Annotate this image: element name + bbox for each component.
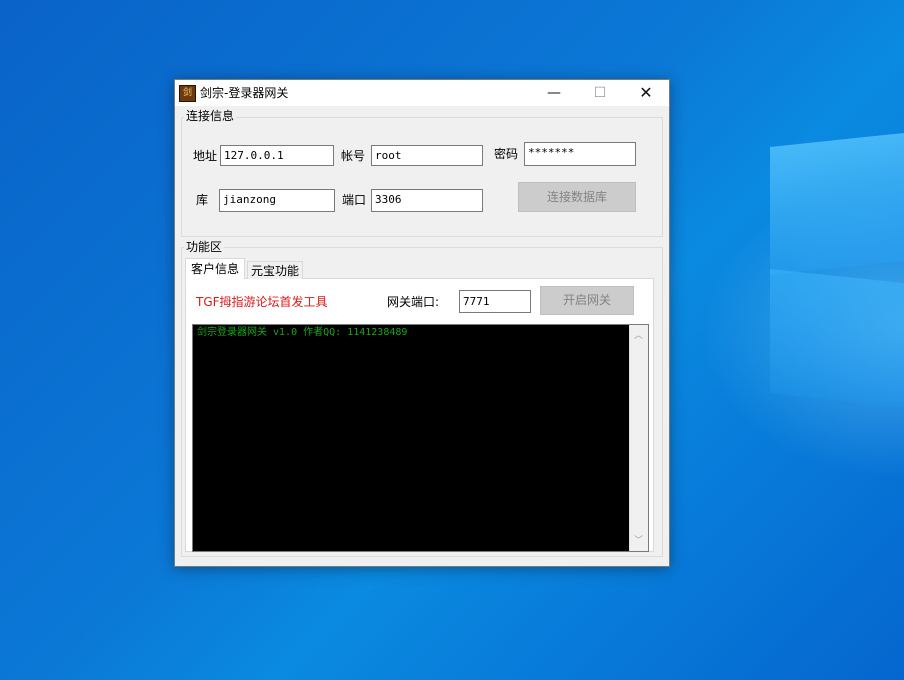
password-label: 密码 [494,147,519,161]
connection-group-label: 连接信息 [184,108,237,124]
maximize-button[interactable]: ☐ [577,80,623,106]
minimize-button[interactable]: — [531,80,577,106]
scroll-down-icon[interactable]: ﹀ [630,533,647,546]
account-input[interactable]: root [371,145,483,166]
tab-customer-info[interactable]: 客户信息 [185,258,245,279]
database-input[interactable]: jianzong [219,189,335,212]
tab-yuanbao[interactable]: 元宝功能 [247,261,303,279]
desktop-window-pane-top [770,132,904,276]
address-input[interactable]: 127.0.0.1 [220,145,334,166]
window-title: 剑宗-登录器网关 [200,86,289,100]
app-window: 剑 剑宗-登录器网关 — ☐ ✕ 连接信息 地址 127.0.0.1 帐号 ro… [174,79,670,567]
functions-group-label: 功能区 [184,239,225,255]
desktop-window-pane-bottom [770,268,904,408]
close-button[interactable]: ✕ [623,80,669,106]
account-label: 帐号 [341,149,366,163]
connection-group [181,117,663,237]
gateway-port-input[interactable]: 7771 [459,290,531,313]
connect-database-button[interactable]: 连接数据库 [518,182,636,212]
port-label: 端口 [342,193,367,207]
log-console[interactable]: 剑宗登录器网关 v1.0 作者QQ: 1141238489 ︿ ﹀ [192,324,649,552]
console-line: 剑宗登录器网关 v1.0 作者QQ: 1141238489 [197,327,408,338]
promo-text: TGF拇指游论坛首发工具 [196,295,328,309]
gateway-port-label: 网关端口: [387,295,440,309]
console-scrollbar[interactable]: ︿ ﹀ [629,325,648,551]
password-input[interactable]: ******* [524,142,636,166]
app-icon: 剑 [179,85,196,102]
title-bar[interactable]: 剑 剑宗-登录器网关 — ☐ ✕ [175,80,669,106]
database-label: 库 [196,193,209,207]
scroll-up-icon[interactable]: ︿ [630,328,647,341]
start-gateway-button[interactable]: 开启网关 [540,286,634,315]
address-label: 地址 [193,149,218,163]
port-input[interactable]: 3306 [371,189,483,212]
